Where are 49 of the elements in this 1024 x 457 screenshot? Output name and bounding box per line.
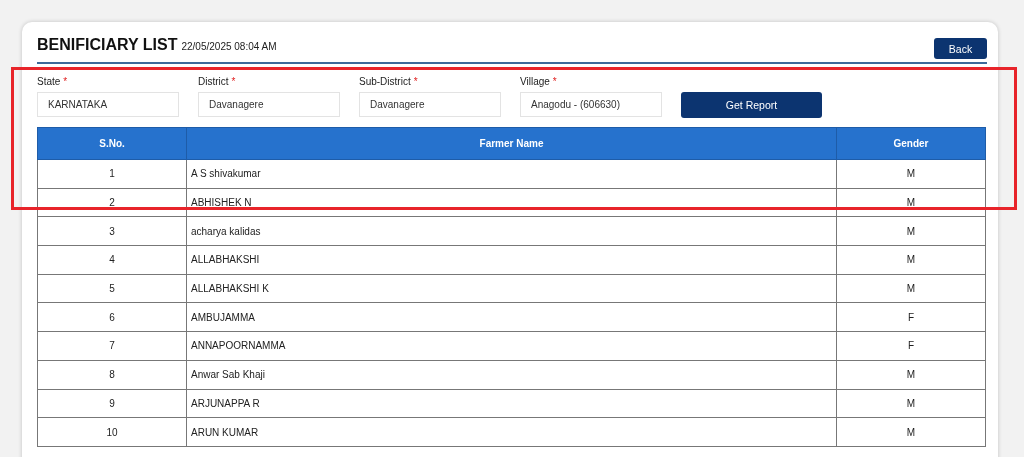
table-cell: AMBUJAMMA	[186, 302, 837, 332]
table-cell: ALLABHAKSHI K	[186, 274, 837, 303]
table-cell: ARUN KUMAR	[186, 417, 837, 447]
table-cell: F	[836, 302, 986, 332]
table-cell: M	[836, 360, 986, 389]
table-cell: M	[836, 245, 986, 275]
required-mark: *	[413, 76, 418, 87]
input-field[interactable]: Davanagere	[359, 92, 501, 117]
table-cell: 8	[37, 360, 187, 389]
get-report-button[interactable]: Get Report	[681, 92, 822, 118]
table-cell: 5	[37, 274, 187, 303]
table-cell: 2	[37, 188, 187, 217]
table-cell: M	[836, 417, 986, 447]
table-cell: 1	[37, 159, 187, 189]
table-cell: ALLABHAKSHI	[186, 245, 837, 275]
table-cell: M	[836, 389, 986, 418]
column-header: S.No.	[37, 127, 187, 160]
table-cell: 3	[37, 216, 187, 246]
table-cell: M	[836, 159, 986, 189]
table-cell: 9	[37, 389, 187, 418]
field-label: State	[37, 76, 61, 87]
column-header: Farmer Name	[186, 127, 837, 160]
table-cell: M	[836, 274, 986, 303]
required-mark: *	[63, 76, 68, 87]
page-title: BENIFICIARY LIST	[37, 36, 178, 54]
table-cell: 6	[37, 302, 187, 332]
field-label: District	[198, 76, 229, 87]
table-cell: M	[836, 188, 986, 217]
table-cell: ABHISHEK N	[186, 188, 837, 217]
table-cell: 10	[37, 417, 187, 447]
input-field[interactable]: KARNATAKA	[37, 92, 179, 117]
timestamp: 22/05/2025 08:04 AM	[181, 41, 277, 52]
required-mark: *	[552, 76, 557, 87]
table-cell: ARJUNAPPA R	[186, 389, 837, 418]
table-cell: A S shivakumar	[186, 159, 837, 189]
table-cell: F	[836, 331, 986, 361]
column-header: Gender	[836, 127, 986, 160]
input-field[interactable]: Anagodu - (606630)	[520, 92, 662, 117]
required-mark: *	[231, 76, 236, 87]
field-label: Sub-District	[359, 76, 411, 87]
back-button[interactable]: Back	[934, 38, 987, 59]
table-cell: Anwar Sab Khaji	[186, 360, 837, 389]
table-cell: 4	[37, 245, 187, 275]
field-label: Village	[520, 76, 550, 87]
table-cell: M	[836, 216, 986, 246]
table-cell: acharya kalidas	[186, 216, 837, 246]
table-cell: 7	[37, 331, 187, 361]
table-cell: ANNAPOORNAMMA	[186, 331, 837, 361]
input-field[interactable]: Davanagere	[198, 92, 340, 117]
